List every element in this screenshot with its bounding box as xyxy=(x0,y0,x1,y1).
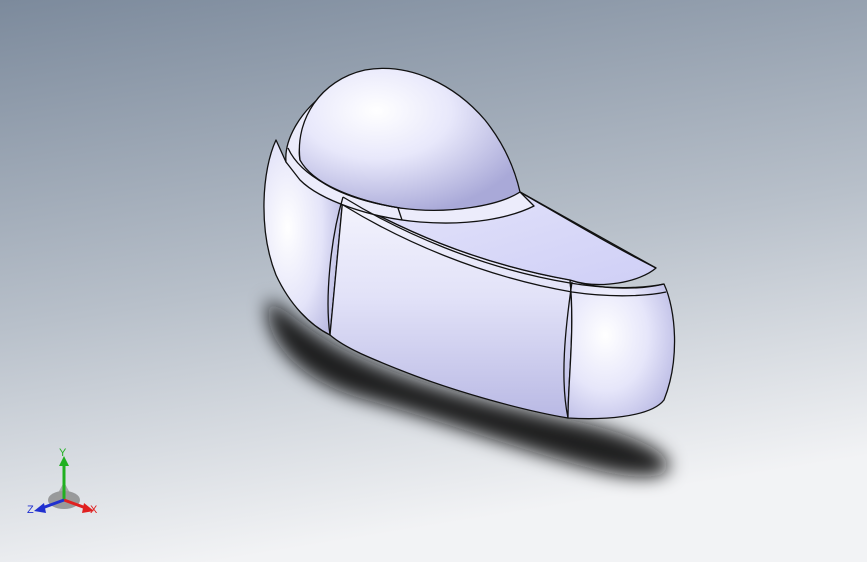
x-axis-label: X xyxy=(90,504,98,516)
graphics-viewport[interactable]: Y X Z xyxy=(0,0,867,562)
z-axis-arrow xyxy=(34,503,46,513)
front-face xyxy=(567,279,676,420)
y-axis-label: Y xyxy=(59,447,67,459)
z-axis-label: Z xyxy=(27,504,34,516)
model-view[interactable] xyxy=(0,0,867,562)
view-orientation-triad[interactable]: Y X Z xyxy=(26,448,102,520)
